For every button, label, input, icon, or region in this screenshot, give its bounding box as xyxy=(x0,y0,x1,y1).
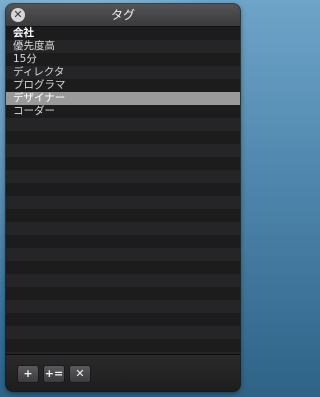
tags-panel: ✕ タグ 会社 優先度高 15分 ディレクタ プログラマ デザイナー コーダー … xyxy=(6,4,240,391)
tag-item-company[interactable]: 会社 xyxy=(6,27,240,40)
delete-tag-button[interactable]: ✕ xyxy=(69,365,91,383)
add-tag-button[interactable]: + xyxy=(17,365,39,383)
title-bar[interactable]: ✕ タグ xyxy=(6,4,240,27)
tag-item-programmer[interactable]: プログラマ xyxy=(6,79,240,92)
add-child-tag-button[interactable]: += xyxy=(43,365,65,383)
bottom-toolbar: + += ✕ xyxy=(6,354,240,391)
tag-item-15min[interactable]: 15分 xyxy=(6,53,240,66)
tag-item-coder[interactable]: コーダー xyxy=(6,105,240,118)
tag-list[interactable]: 会社 優先度高 15分 ディレクタ プログラマ デザイナー コーダー xyxy=(6,27,240,354)
tag-item-high-priority[interactable]: 優先度高 xyxy=(6,40,240,53)
tag-item-director[interactable]: ディレクタ xyxy=(6,66,240,79)
window-title: タグ xyxy=(110,8,135,22)
tag-item-designer[interactable]: デザイナー xyxy=(6,92,240,105)
